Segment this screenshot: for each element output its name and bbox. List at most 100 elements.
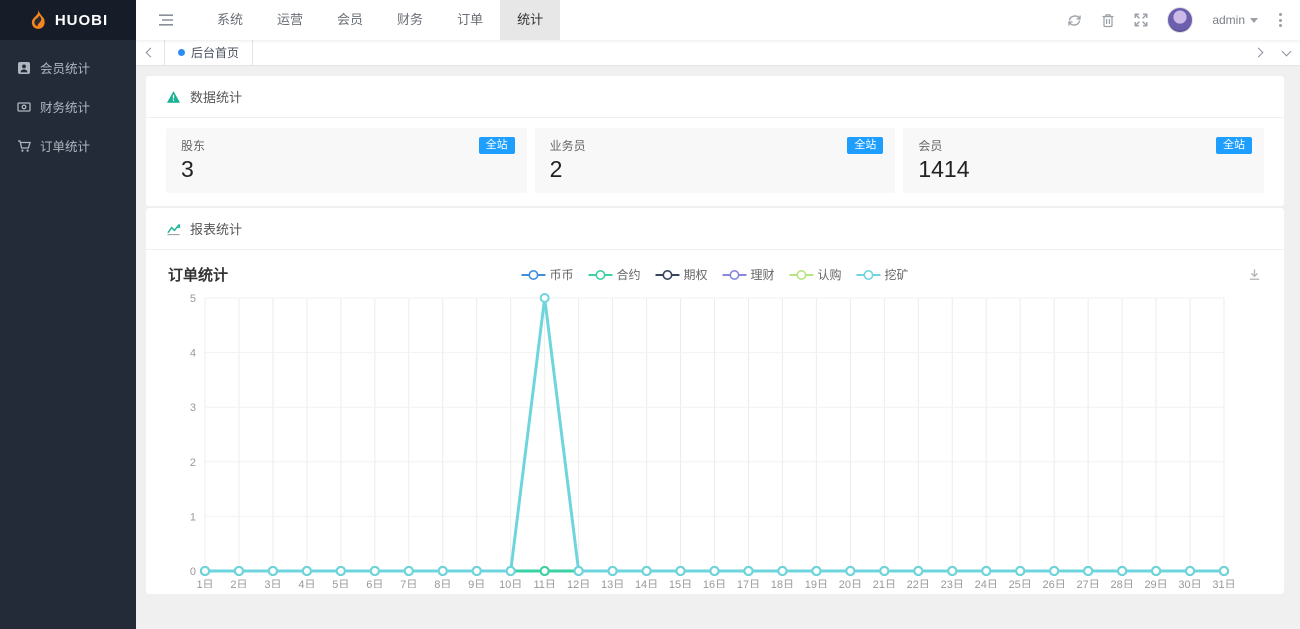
- svg-text:10日: 10日: [499, 579, 522, 588]
- svg-text:15日: 15日: [669, 579, 692, 588]
- main-content: 数据统计 股东 3 全站 业务员 2 全站 会员 1414 全站: [136, 66, 1300, 629]
- svg-text:7日: 7日: [400, 579, 417, 588]
- stat-card-salesmen: 业务员 2 全站: [535, 128, 896, 193]
- sidebar: HUOBI 会员统计 财务统计 订单统计: [0, 0, 136, 629]
- sidebar-item-member-stats[interactable]: 会员统计: [0, 48, 136, 87]
- svg-text:25日: 25日: [1009, 579, 1032, 588]
- trash-icon[interactable]: [1101, 13, 1115, 28]
- svg-text:4日: 4日: [298, 579, 315, 588]
- legend-label: 期权: [683, 266, 707, 283]
- svg-text:26日: 26日: [1043, 579, 1066, 588]
- data-stats-header: 数据统计: [146, 76, 1284, 118]
- scope-badge: 全站: [847, 137, 883, 154]
- nav-item-finance[interactable]: 财务: [380, 0, 440, 40]
- sidebar-item-finance-stats[interactable]: 财务统计: [0, 87, 136, 126]
- svg-text:2日: 2日: [230, 579, 247, 588]
- user-menu[interactable]: admin: [1212, 13, 1258, 27]
- svg-text:2: 2: [190, 457, 196, 469]
- svg-text:31日: 31日: [1212, 579, 1235, 588]
- tabs-scroll-right-button[interactable]: [1244, 40, 1272, 65]
- more-options-icon[interactable]: [1277, 11, 1284, 29]
- refresh-icon[interactable]: [1067, 13, 1082, 28]
- panel-title: 报表统计: [190, 219, 242, 238]
- svg-text:18日: 18日: [771, 579, 794, 588]
- finance-stats-icon: [17, 100, 31, 114]
- legend-marker-icon: [521, 269, 545, 281]
- sidebar-menu: 会员统计 财务统计 订单统计: [0, 40, 136, 165]
- svg-text:9日: 9日: [468, 579, 485, 588]
- sidebar-item-label: 订单统计: [40, 136, 90, 155]
- stat-value: 3: [181, 156, 512, 183]
- legend-item[interactable]: 合约: [588, 266, 640, 283]
- member-stats-icon: [17, 61, 31, 75]
- chevron-down-icon: [1250, 18, 1258, 23]
- legend-item[interactable]: 认购: [790, 266, 842, 283]
- nav-item-operation[interactable]: 运营: [260, 0, 320, 40]
- download-icon[interactable]: [1247, 267, 1262, 282]
- logo: HUOBI: [0, 0, 136, 40]
- scope-badge: 全站: [1216, 137, 1252, 154]
- tab-label: 后台首页: [191, 44, 239, 61]
- legend-item[interactable]: 理财: [723, 266, 775, 283]
- fullscreen-icon[interactable]: [1134, 13, 1148, 27]
- nav-item-statistics[interactable]: 统计: [500, 0, 560, 40]
- svg-text:8日: 8日: [434, 579, 451, 588]
- svg-text:0: 0: [190, 566, 196, 578]
- nav-item-order[interactable]: 订单: [440, 0, 500, 40]
- panel-title: 数据统计: [190, 87, 242, 106]
- svg-text:28日: 28日: [1110, 579, 1133, 588]
- svg-text:1: 1: [190, 511, 196, 523]
- logo-text: HUOBI: [55, 12, 108, 29]
- stat-value: 1414: [918, 156, 1249, 183]
- tabs-scroll-left-button[interactable]: [136, 40, 164, 65]
- legend-marker-icon: [588, 269, 612, 281]
- svg-text:20日: 20日: [839, 579, 862, 588]
- legend-item[interactable]: 期权: [655, 266, 707, 283]
- tab-dashboard-home[interactable]: 后台首页: [164, 40, 253, 65]
- svg-text:5: 5: [190, 293, 196, 305]
- svg-text:29日: 29日: [1144, 579, 1167, 588]
- svg-text:12日: 12日: [567, 579, 590, 588]
- legend-item[interactable]: 挖矿: [857, 266, 909, 283]
- legend-label: 理财: [751, 266, 775, 283]
- chart-area: 0123451日2日3日4日5日6日7日8日9日10日11日12日13日14日1…: [146, 284, 1284, 594]
- stat-cards: 股东 3 全站 业务员 2 全站 会员 1414 全站: [146, 118, 1284, 206]
- svg-text:13日: 13日: [601, 579, 624, 588]
- legend-item[interactable]: 币币: [521, 266, 573, 283]
- legend-marker-icon: [655, 269, 679, 281]
- svg-text:11日: 11日: [533, 579, 555, 588]
- stat-label: 会员: [918, 137, 1249, 154]
- legend-label: 合约: [616, 266, 640, 283]
- collapse-menu-icon[interactable]: [158, 13, 174, 27]
- svg-text:17日: 17日: [737, 579, 760, 588]
- svg-text:21日: 21日: [873, 579, 896, 588]
- scope-badge: 全站: [479, 137, 515, 154]
- sidebar-item-label: 会员统计: [40, 58, 90, 77]
- nav-item-system[interactable]: 系统: [200, 0, 260, 40]
- nav-item-member[interactable]: 会员: [320, 0, 380, 40]
- svg-text:14日: 14日: [635, 579, 658, 588]
- legend-marker-icon: [790, 269, 814, 281]
- stat-card-members: 会员 1414 全站: [903, 128, 1264, 193]
- svg-text:6日: 6日: [366, 579, 383, 588]
- svg-text:22日: 22日: [907, 579, 930, 588]
- svg-text:1日: 1日: [196, 579, 213, 588]
- user-avatar[interactable]: [1167, 7, 1193, 33]
- report-stats-panel: 报表统计 订单统计 币币合约期权理财认购挖矿 0123451日2日3日4日5日6…: [146, 208, 1284, 594]
- legend-marker-icon: [857, 269, 881, 281]
- report-stats-header: 报表统计: [146, 208, 1284, 250]
- order-chart: 0123451日2日3日4日5日6日7日8日9日10日11日12日13日14日1…: [166, 288, 1264, 588]
- svg-text:4: 4: [190, 348, 196, 360]
- tabs-menu-button[interactable]: [1272, 40, 1300, 65]
- chart-legend: 币币 合约 期权 理财认购挖矿: [521, 266, 908, 283]
- svg-text:27日: 27日: [1077, 579, 1100, 588]
- svg-text:23日: 23日: [941, 579, 964, 588]
- active-tab-dot-icon: [178, 49, 185, 56]
- sidebar-item-order-stats[interactable]: 订单统计: [0, 126, 136, 165]
- username: admin: [1212, 13, 1245, 27]
- top-navigation: 系统 运营 会员 财务 订单 统计: [200, 0, 560, 40]
- legend-marker-icon: [723, 269, 747, 281]
- stat-value: 2: [550, 156, 881, 183]
- svg-text:3日: 3日: [264, 579, 281, 588]
- tab-bar: 后台首页: [136, 40, 1300, 66]
